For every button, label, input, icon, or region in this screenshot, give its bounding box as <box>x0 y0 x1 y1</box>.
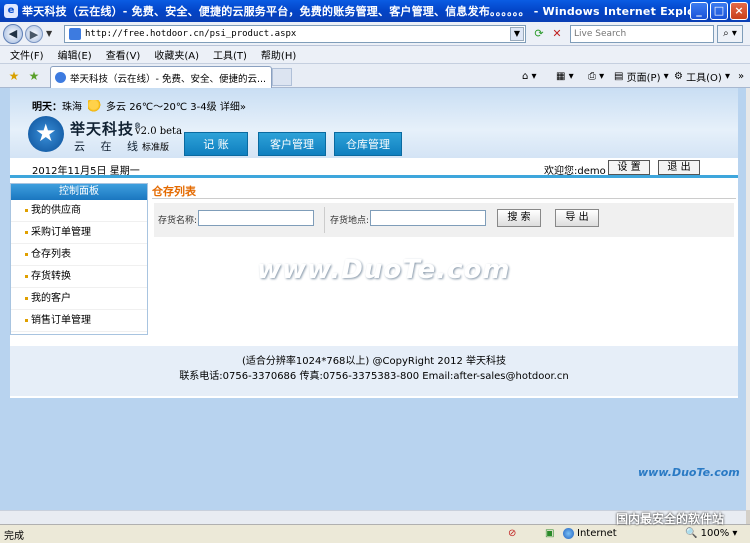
feeds-icon[interactable]: ▦ ▾ <box>556 69 574 83</box>
window-title-bar[interactable]: e 举天科技（云在线）- 免费、安全、便捷的云服务平台，免费的账务管理、客户管理… <box>0 0 750 22</box>
edition-label: 标准版 <box>142 143 170 153</box>
item-name-input[interactable] <box>198 210 314 226</box>
protected-mode-icon[interactable]: ▣ <box>545 528 554 539</box>
control-panel-sidebar: 控制面板 我的供应商 采购订单管理 仓存列表 存货转换 我的客户 销售订单管理 <box>10 183 148 335</box>
menu-help[interactable]: 帮助(H) <box>261 47 296 62</box>
forward-button[interactable]: ▶ <box>25 24 43 43</box>
filter-divider <box>324 207 325 233</box>
page-title: 仓存列表 <box>152 183 736 199</box>
tools-menu[interactable]: ⚙ 工具(O) ▾ <box>674 69 730 84</box>
page-menu-label: 页面(P) <box>626 72 661 84</box>
search-icon[interactable]: ⌕ ▾ <box>717 25 743 43</box>
current-date: 2012年11月5日 星期一 <box>32 166 140 177</box>
address-dropdown-icon[interactable]: ▼ <box>510 27 524 41</box>
tools-menu-label: 工具(O) <box>686 72 722 84</box>
brand-name: 举天科技® <box>70 120 143 138</box>
nav-tab-accounting[interactable]: 记 账 <box>184 132 248 156</box>
zoom-level[interactable]: 🔍 100% ▾ <box>685 528 737 539</box>
menu-tools[interactable]: 工具(T) <box>213 47 247 62</box>
search-box[interactable] <box>570 25 714 43</box>
maximize-button[interactable]: □ <box>710 2 728 20</box>
tab-label: 举天科技（云在线）- 免费、安全、便捷的云... <box>70 73 265 85</box>
menu-view[interactable]: 查看(V) <box>106 47 141 62</box>
home-icon[interactable]: ⌂ ▾ <box>522 69 537 83</box>
location-label: 存货地点: <box>330 216 370 226</box>
weather-wind: 3-4级 <box>190 102 217 113</box>
brand-name-text: 举天科技 <box>70 120 135 138</box>
sidebar-item-inventory-list[interactable]: 仓存列表 <box>11 244 147 266</box>
tab-bar: ★ ★ 举天科技（云在线）- 免费、安全、便捷的云... ⌂ ▾ ▦ ▾ ⎙ ▾… <box>0 64 750 88</box>
logout-button[interactable]: 退 出 <box>658 160 700 175</box>
item-name-label: 存货名称: <box>158 216 198 226</box>
sidebar-item-sales-orders[interactable]: 销售订单管理 <box>11 310 147 332</box>
menu-favorites[interactable]: 收藏夹(A) <box>154 47 199 62</box>
menu-edit[interactable]: 编辑(E) <box>58 47 92 62</box>
page-menu[interactable]: ▤ 页面(P) ▾ <box>614 69 669 84</box>
sidebar-item-purchase-orders[interactable]: 采购订单管理 <box>11 222 147 244</box>
corner-watermark-url: www.DuoTe.com <box>638 466 740 479</box>
location-input[interactable] <box>370 210 486 226</box>
version-label: v2.0 beta <box>135 126 183 137</box>
menu-file[interactable]: 文件(F) <box>10 47 44 62</box>
settings-button[interactable]: 设 置 <box>608 160 650 175</box>
weather-condition: 多云 <box>106 102 126 113</box>
back-button[interactable]: ◀ <box>3 23 23 44</box>
page-viewport: 明天： 珠海 多云 26℃～20℃ 3-4级 详细» 举天科技® 云 在 线 v… <box>0 88 746 510</box>
history-dropdown-icon[interactable]: ▼ <box>46 29 52 38</box>
print-icon[interactable]: ⎙ ▾ <box>588 69 604 83</box>
globe-icon <box>563 528 574 539</box>
welcome-text: 欢迎您:demo <box>544 166 606 177</box>
new-tab-button[interactable] <box>272 68 292 86</box>
info-bar: 2012年11月5日 星期一 欢迎您:demo 设 置 退 出 <box>10 158 738 178</box>
address-toolbar: ◀ ▶ ▼ http://free.hotdoor.cn/psi_product… <box>0 22 750 46</box>
brand-subtitle: 云 在 线 <box>74 140 144 153</box>
more-chevron-icon[interactable]: » <box>738 69 744 83</box>
brand-logo-icon <box>28 116 64 152</box>
vertical-scrollbar[interactable] <box>746 88 750 510</box>
status-text: 完成 <box>4 530 24 542</box>
add-favorites-icon[interactable]: ★ <box>26 68 42 84</box>
favorites-star-icon[interactable]: ★ <box>6 68 22 84</box>
close-button[interactable]: × <box>730 2 748 20</box>
page-icon <box>69 28 81 40</box>
ie-icon: e <box>4 4 18 18</box>
main-content: 仓存列表 存货名称: 存货地点: 搜 索 导 出 <box>152 183 736 248</box>
footer-contact: 联系电话:0756-3370686 传真:0756-3375383-800 Em… <box>179 371 569 382</box>
url-text: http://free.hotdoor.cn/psi_product.aspx <box>85 29 297 39</box>
footer-copyright: (适合分辨率1024*768以上) @CopyRight 2012 举天科技 <box>241 356 507 367</box>
zoom-value: 100% <box>700 528 730 539</box>
browser-tab[interactable]: 举天科技（云在线）- 免费、安全、便捷的云... <box>50 66 272 88</box>
cloudy-sun-icon <box>88 99 102 112</box>
search-input[interactable] <box>571 26 711 42</box>
sidebar-item-suppliers[interactable]: 我的供应商 <box>11 200 147 222</box>
weather-widget: 明天： 珠海 多云 26℃～20℃ 3-4级 详细» <box>32 98 246 113</box>
stop-icon[interactable]: ✕ <box>548 26 566 42</box>
weather-city: 珠海 <box>62 102 82 113</box>
web-page: 明天： 珠海 多云 26℃～20℃ 3-4级 详细» 举天科技® 云 在 线 v… <box>10 88 738 398</box>
corner-watermark-text: 国内最安全的软件站 <box>616 512 725 526</box>
window-title: 举天科技（云在线）- 免费、安全、便捷的云服务平台，免费的账务管理、客户管理、信… <box>22 5 702 18</box>
sidebar-item-customers[interactable]: 我的客户 <box>11 288 147 310</box>
menu-bar: 文件(F) 编辑(E) 查看(V) 收藏夹(A) 工具(T) 帮助(H) <box>0 46 750 64</box>
site-footer: (适合分辨率1024*768以上) @CopyRight 2012 举天科技 联… <box>10 346 738 396</box>
minimize-button[interactable]: _ <box>690 2 708 20</box>
refresh-icon[interactable]: ⟳ <box>530 26 548 42</box>
security-zone[interactable]: Internet <box>563 528 617 539</box>
weather-temp: 26℃～20℃ <box>129 102 188 113</box>
zone-label: Internet <box>577 528 617 539</box>
weather-detail-link[interactable]: 详细» <box>220 98 246 113</box>
nav-tab-warehouse[interactable]: 仓库管理 <box>334 132 402 156</box>
weather-prefix: 明天： <box>32 102 62 113</box>
export-button[interactable]: 导 出 <box>555 209 599 227</box>
search-button[interactable]: 搜 索 <box>497 209 541 227</box>
sidebar-item-inventory-conversion[interactable]: 存货转换 <box>11 266 147 288</box>
popup-blocked-icon[interactable]: ⊘ <box>508 528 516 539</box>
address-field[interactable]: http://free.hotdoor.cn/psi_product.aspx … <box>64 25 526 43</box>
filter-bar: 存货名称: 存货地点: 搜 索 导 出 <box>154 203 734 237</box>
sidebar-title: 控制面板 <box>11 184 147 200</box>
site-header: 明天： 珠海 多云 26℃～20℃ 3-4级 详细» 举天科技® 云 在 线 v… <box>10 88 738 158</box>
nav-tab-customers[interactable]: 客户管理 <box>258 132 326 156</box>
watermark-text: www.DuoTe.com <box>257 255 511 285</box>
tab-page-icon <box>55 72 66 83</box>
